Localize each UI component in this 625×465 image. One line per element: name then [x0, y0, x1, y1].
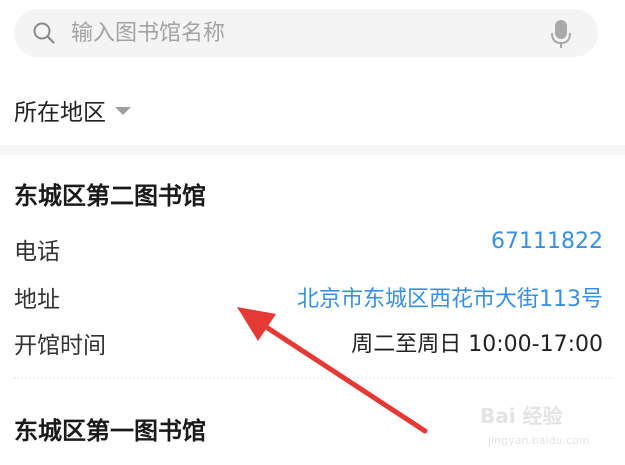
chevron-down-icon [115, 107, 131, 115]
search-bar[interactable] [14, 9, 598, 57]
hours-label: 开馆时间 [14, 333, 106, 359]
address-label: 地址 [14, 287, 60, 313]
library-name[interactable]: 东城区第一图书馆 [14, 411, 206, 446]
region-filter-dropdown[interactable]: 所在地区 [14, 92, 131, 128]
search-icon [33, 22, 55, 44]
search-input[interactable] [71, 9, 521, 57]
address-link[interactable]: 北京市东城区西花市大街113号 [297, 281, 603, 313]
microphone-icon[interactable] [550, 19, 572, 49]
phone-label: 电话 [14, 239, 60, 265]
card-divider [14, 377, 611, 379]
region-filter-label: 所在地区 [14, 100, 106, 126]
watermark-logo: Bai 经验 jingyan.baidu.com [480, 404, 590, 447]
phone-link[interactable]: 67111822 [491, 229, 603, 254]
library-search-screen: 所在地区 东城区第二图书馆 电话 67111822 地址 北京市东城区西花市大街… [0, 0, 625, 465]
section-separator [0, 145, 625, 155]
library-name[interactable]: 东城区第二图书馆 [14, 176, 206, 211]
hours-value: 周二至周日 10:00-17:00 [351, 332, 603, 357]
